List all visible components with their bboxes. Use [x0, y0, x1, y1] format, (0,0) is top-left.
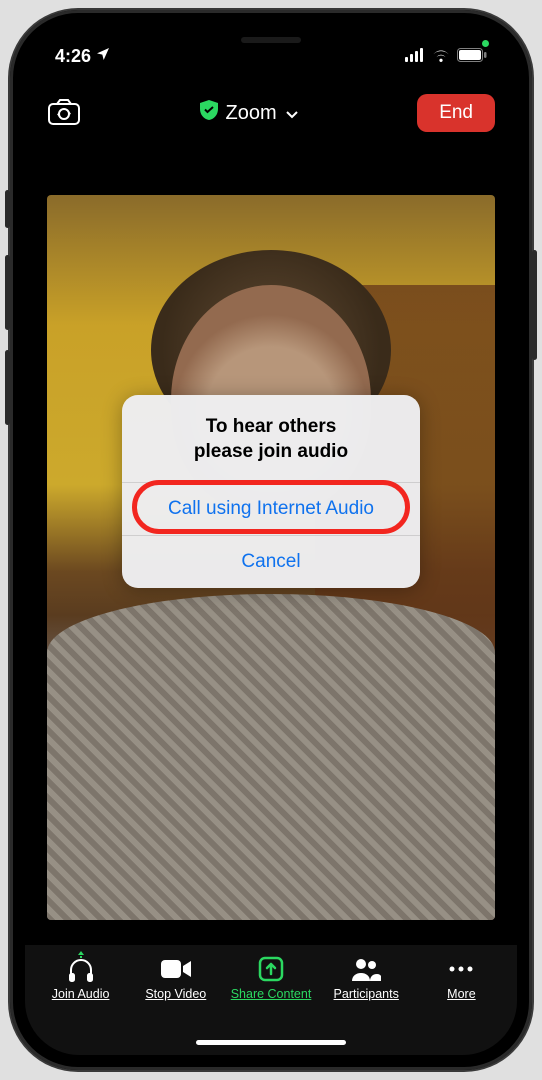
- video-camera-icon: [161, 955, 191, 983]
- camera-indicator-icon: [482, 40, 489, 47]
- participants-label: Participants: [334, 987, 399, 1001]
- meeting-title-button[interactable]: Zoom: [200, 100, 299, 126]
- wifi-icon: [431, 46, 451, 67]
- join-audio-label: Join Audio: [52, 987, 110, 1001]
- power-button-hardware: [532, 250, 537, 360]
- switch-camera-button[interactable]: [47, 98, 81, 128]
- more-tab[interactable]: More: [414, 955, 509, 1001]
- screen: 4:26: [25, 25, 517, 1055]
- battery-icon: [457, 46, 487, 67]
- share-content-label: Share Content: [231, 987, 312, 1001]
- phone-frame: 4:26: [10, 10, 532, 1070]
- location-arrow-icon: [95, 46, 111, 67]
- dialog-title: To hear others please join audio: [122, 395, 420, 482]
- more-label: More: [447, 987, 475, 1001]
- volume-down-hardware: [5, 350, 10, 425]
- end-meeting-button[interactable]: End: [417, 94, 495, 132]
- meeting-nav-bar: Zoom End: [25, 79, 517, 147]
- share-content-tab[interactable]: Share Content: [223, 955, 318, 1001]
- home-indicator[interactable]: [196, 1040, 346, 1045]
- mute-switch-hardware: [5, 190, 10, 228]
- join-audio-dialog: To hear others please join audio Call us…: [122, 395, 420, 588]
- status-right: [405, 46, 487, 67]
- stop-video-tab[interactable]: Stop Video: [128, 955, 223, 1001]
- chevron-down-icon: [285, 102, 299, 125]
- speaker-slot: [241, 37, 301, 43]
- shield-check-icon: [200, 100, 218, 126]
- join-audio-tab[interactable]: Join Audio: [33, 955, 128, 1001]
- bg-sweater: [47, 594, 495, 920]
- participants-tab[interactable]: Participants: [319, 955, 414, 1001]
- volume-up-hardware: [5, 255, 10, 330]
- stop-video-label: Stop Video: [145, 987, 206, 1001]
- bottom-toolbar: Join Audio Stop Video Share Content Part…: [25, 945, 517, 1055]
- dialog-title-line1: To hear others: [142, 415, 400, 440]
- participants-icon: [351, 955, 381, 983]
- headphones-up-icon: [67, 955, 95, 983]
- meeting-title-text: Zoom: [226, 102, 277, 125]
- clock-text: 4:26: [55, 46, 91, 67]
- cancel-button[interactable]: Cancel: [122, 535, 420, 588]
- status-left: 4:26: [55, 46, 111, 67]
- call-internet-audio-button[interactable]: Call using Internet Audio: [122, 482, 420, 535]
- dialog-title-line2: please join audio: [142, 440, 400, 465]
- share-up-icon: [258, 955, 284, 983]
- cellular-signal-icon: [405, 46, 425, 67]
- more-dots-icon: [447, 955, 475, 983]
